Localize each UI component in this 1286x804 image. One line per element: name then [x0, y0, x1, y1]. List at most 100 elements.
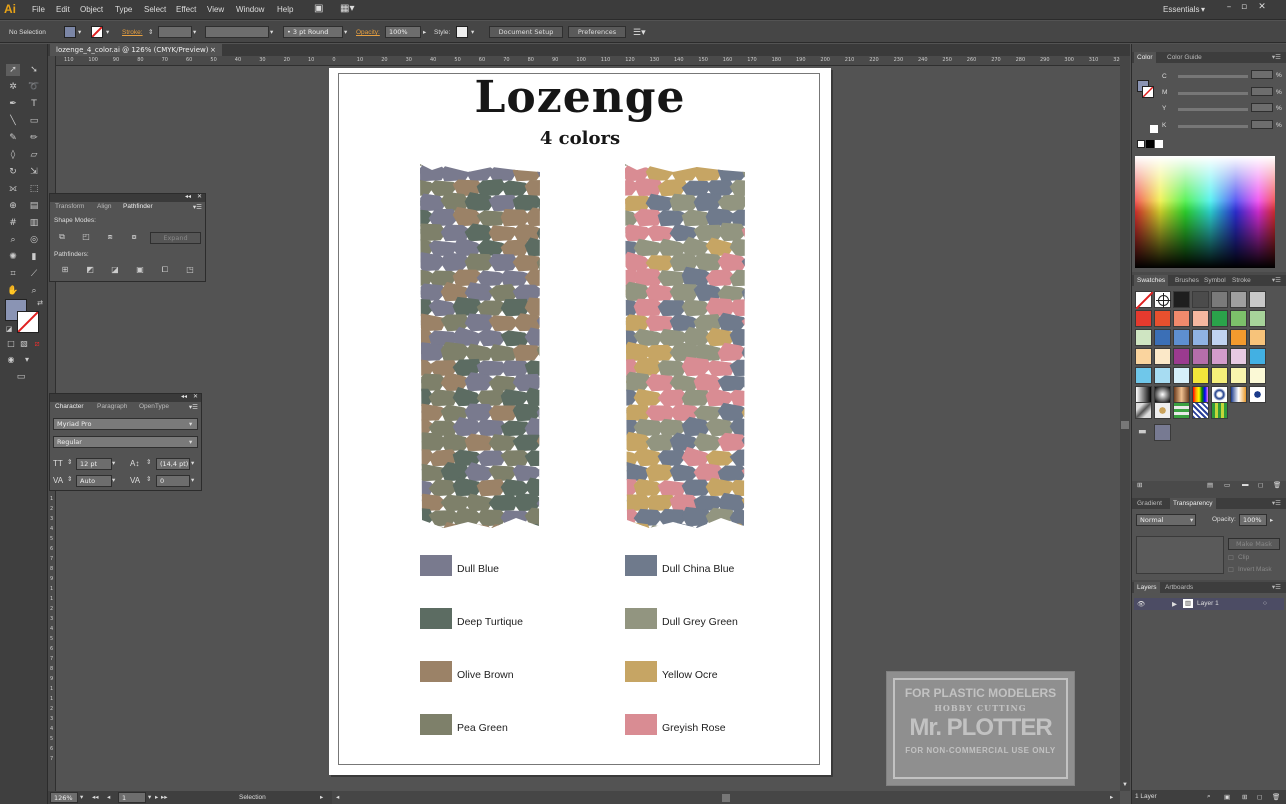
vertical-scroll-thumb[interactable]: [1121, 421, 1129, 429]
color-swatch[interactable]: [1230, 348, 1247, 365]
gradient-swatch[interactable]: [1154, 386, 1171, 403]
scroll-left-icon[interactable]: ◂: [336, 793, 339, 801]
width-tool-icon[interactable]: ⟗: [6, 183, 20, 195]
font-style-chevron-icon[interactable]: ▾: [189, 438, 192, 446]
panel-menu-icon[interactable]: ▾☰: [189, 403, 198, 411]
zoom-field[interactable]: 126%: [50, 792, 78, 803]
divide-icon[interactable]: ⊞: [59, 265, 71, 275]
color-swatch[interactable]: [1211, 329, 1228, 346]
tab-brushes[interactable]: Brushes: [1172, 275, 1202, 286]
white-color-button[interactable]: [1155, 140, 1163, 148]
delete-swatch-icon[interactable]: 🗑: [1273, 481, 1281, 489]
tab-layers[interactable]: Layers: [1134, 582, 1160, 593]
opacity-chevron-icon[interactable]: ▸: [1270, 516, 1273, 524]
gradient-swatch[interactable]: [1211, 386, 1228, 403]
selection-tool-icon[interactable]: ➚: [6, 64, 20, 76]
symbol-sprayer-tool-icon[interactable]: ✺: [6, 251, 20, 263]
color-swatch[interactable]: [1154, 310, 1171, 327]
swatch-options-icon[interactable]: ▭: [1224, 481, 1230, 489]
close-panel-icon[interactable]: ✕: [193, 393, 198, 400]
color-swatch[interactable]: [1211, 291, 1228, 308]
panel-menu-icon[interactable]: ▾☰: [193, 203, 202, 211]
color-swatch[interactable]: [1192, 310, 1209, 327]
font-size-stepper-icon[interactable]: ⇕: [67, 458, 72, 466]
blend-mode-field[interactable]: Normal: [1136, 514, 1196, 526]
color-swatch[interactable]: [1154, 329, 1171, 346]
lozenge-stripe-right[interactable]: [625, 164, 745, 532]
type-tool-icon[interactable]: T: [27, 98, 41, 110]
blend-mode-chevron-icon[interactable]: ▾: [1190, 516, 1193, 524]
leading-field[interactable]: (14,4 pt): [156, 458, 190, 470]
zoom-chevron-icon[interactable]: ▾: [80, 793, 83, 801]
document-tab[interactable]: lozenge_4_color.ai @ 126% (CMYK/Preview)…: [50, 44, 222, 56]
clipping-mask-icon[interactable]: ▣: [1224, 793, 1230, 801]
eye-icon[interactable]: 👁: [1137, 600, 1145, 608]
last-artboard-icon[interactable]: ▸▸: [161, 793, 168, 801]
none-swatch[interactable]: [1135, 291, 1154, 310]
layer-row[interactable]: 👁 ▶ ▥ Layer 1 ○: [1134, 598, 1284, 610]
horizontal-scrollbar[interactable]: ◂ ▸: [332, 791, 1120, 804]
kerning-field[interactable]: Auto: [76, 475, 112, 487]
new-sublayer-icon[interactable]: ⊞: [1242, 793, 1247, 801]
opacity-label[interactable]: Opacity:: [356, 26, 380, 39]
lozenge-stripe-left[interactable]: [420, 164, 540, 532]
document-setup-button[interactable]: Document Setup: [489, 26, 563, 38]
color-swatch[interactable]: [1173, 348, 1190, 365]
font-size-field[interactable]: 12 pt: [76, 458, 112, 470]
new-layer-icon[interactable]: ◻: [1257, 793, 1262, 801]
channel-c-slider[interactable]: [1178, 75, 1248, 78]
stroke-stepper-icon[interactable]: ⇕: [148, 26, 153, 39]
folder-icon[interactable]: ▬: [1138, 428, 1150, 437]
horizontal-scroll-thumb[interactable]: [722, 794, 730, 802]
tab-opentype[interactable]: OpenType: [136, 402, 172, 412]
bridge-icon[interactable]: ▣: [314, 3, 323, 14]
menu-help[interactable]: Help: [277, 5, 293, 14]
opacity-field[interactable]: 100%: [1239, 514, 1267, 526]
tab-align[interactable]: Align: [94, 202, 114, 212]
delete-layer-icon[interactable]: 🗑: [1272, 793, 1280, 801]
column-graph-tool-icon[interactable]: ▮: [27, 251, 41, 263]
color-swatch[interactable]: [1211, 367, 1228, 384]
registration-swatch[interactable]: [1154, 291, 1171, 308]
stroke-weight-chevron-icon[interactable]: ▾: [193, 26, 196, 39]
tab-color-guide[interactable]: Color Guide: [1164, 52, 1205, 63]
tracking-stepper-icon[interactable]: ⇕: [146, 475, 151, 483]
color-group-swatch[interactable]: [1154, 424, 1171, 441]
draw-behind-icon[interactable]: ▾: [20, 354, 34, 366]
exclude-icon[interactable]: ⧇: [128, 232, 140, 242]
artboard-chevron-icon[interactable]: ▾: [148, 793, 151, 801]
tab-swatches[interactable]: Swatches: [1134, 275, 1169, 286]
free-transform-tool-icon[interactable]: ⬚: [27, 183, 41, 195]
stroke-weight-field[interactable]: [158, 26, 192, 38]
color-swatch[interactable]: [1135, 310, 1152, 327]
unite-icon[interactable]: ⧉: [56, 232, 68, 242]
pen-tool-icon[interactable]: ✒: [6, 98, 20, 110]
maximize-icon[interactable]: ▫: [1237, 2, 1251, 14]
mesh-tool-icon[interactable]: #: [6, 217, 20, 229]
color-swatch[interactable]: [1192, 367, 1209, 384]
panel-menu-icon[interactable]: ▾☰: [1269, 498, 1284, 509]
brush-chevron-icon[interactable]: ▾: [344, 26, 347, 39]
crop-icon[interactable]: ▣: [134, 265, 146, 275]
menu-effect[interactable]: Effect: [176, 5, 196, 14]
menu-file[interactable]: File: [32, 5, 45, 14]
color-swatch[interactable]: [1173, 291, 1190, 308]
panel-menu-icon[interactable]: ▾☰: [1269, 275, 1284, 286]
show-kinds-icon[interactable]: ▤: [1207, 481, 1213, 489]
layer-name[interactable]: Layer 1: [1197, 600, 1219, 607]
none-mode-icon[interactable]: ⧄: [30, 338, 44, 350]
eraser-tool-icon[interactable]: ▱: [27, 149, 41, 161]
color-swatch[interactable]: [1154, 348, 1171, 365]
font-size-chevron-icon[interactable]: ▾: [112, 459, 115, 467]
workspace-chevron-icon[interactable]: ▾: [1201, 5, 1205, 14]
color-swatch[interactable]: [1135, 367, 1152, 384]
gradient-swatch[interactable]: [1230, 386, 1247, 403]
color-swatch[interactable]: [1249, 367, 1266, 384]
color-swatch[interactable]: [1249, 348, 1266, 365]
menu-object[interactable]: Object: [80, 5, 103, 14]
pattern-swatch[interactable]: [1173, 402, 1190, 419]
gradient-swatch[interactable]: [1249, 386, 1266, 403]
pattern-swatch[interactable]: [1192, 402, 1209, 419]
hand-tool-icon[interactable]: ✋: [6, 285, 20, 297]
gradient-tool-icon[interactable]: ▥: [27, 217, 41, 229]
